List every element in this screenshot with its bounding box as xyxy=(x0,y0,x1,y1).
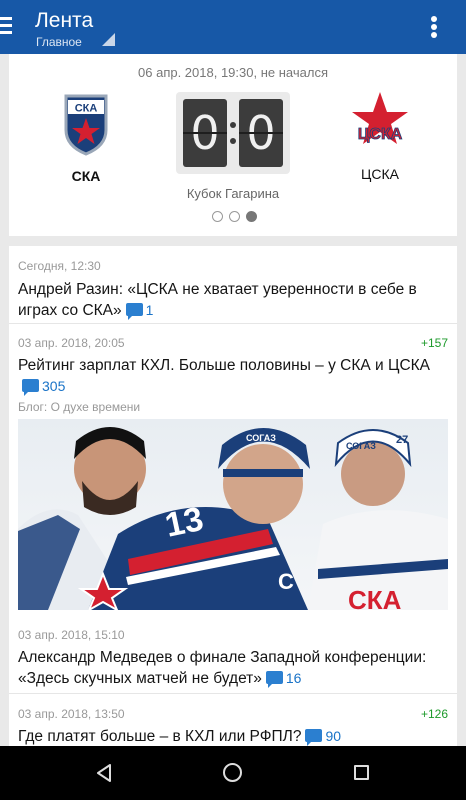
back-icon[interactable] xyxy=(96,764,112,782)
match-date-status: 06 апр. 2018, 19:30, не начался xyxy=(138,65,328,80)
comment-icon xyxy=(305,729,323,746)
news-time: 03 апр. 2018, 20:05 +157 xyxy=(18,336,448,350)
scoreboard: 0 0 xyxy=(176,92,290,174)
dropdown-triangle-icon[interactable] xyxy=(102,33,115,46)
home-team-name: СКА xyxy=(71,168,101,184)
home-score: 0 xyxy=(183,99,227,167)
carousel-dot-active[interactable] xyxy=(246,211,257,222)
away-team-name: ЦСКА xyxy=(361,166,399,182)
helmet-number: 27 xyxy=(396,434,408,446)
more-vert-icon[interactable] xyxy=(427,14,441,40)
news-feed: Сегодня, 12:30 Андрей Разин: «ЦСКА не хв… xyxy=(9,246,457,746)
news-rating: +157 xyxy=(420,336,448,350)
jersey-letter: C xyxy=(278,569,294,594)
news-title: Александр Медведев о финале Западной кон… xyxy=(18,649,427,688)
helmet-sponsor-2: СОГАЗ xyxy=(346,441,376,451)
carousel-dot[interactable] xyxy=(212,211,223,222)
helmet-sponsor: СОГАЗ xyxy=(246,433,276,443)
recents-icon[interactable] xyxy=(354,765,369,780)
home-icon[interactable] xyxy=(223,763,242,782)
cska-logo-text: ЦСКА xyxy=(358,126,403,143)
home-team[interactable]: СКА СКА xyxy=(31,90,141,184)
system-nav-bar xyxy=(0,746,466,800)
match-card[interactable]: 06 апр. 2018, 19:30, не начался СКА СКА … xyxy=(9,54,457,236)
carousel-indicator xyxy=(210,211,270,223)
news-time: 03 апр. 2018, 15:10 xyxy=(18,628,125,642)
news-title: Андрей Разин: «ЦСКА не хватает увереннос… xyxy=(18,281,417,320)
news-item[interactable]: 03 апр. 2018, 15:10 Александр Медведев о… xyxy=(9,614,457,694)
menu-icon[interactable] xyxy=(0,15,12,37)
comments-count: 305 xyxy=(18,378,65,396)
ska-logo-icon: СКА xyxy=(64,94,108,156)
comments-count: 1 xyxy=(122,302,153,320)
news-rating: +126 xyxy=(420,707,448,721)
comment-icon xyxy=(265,671,283,688)
news-item[interactable]: Сегодня, 12:30 Андрей Разин: «ЦСКА не хв… xyxy=(9,258,457,324)
tournament-name: Кубок Гагарина xyxy=(186,186,280,201)
comments-count: 16 xyxy=(262,670,301,688)
news-time: 03 апр. 2018, 13:50 +126 xyxy=(18,707,448,721)
comments-count: 90 xyxy=(301,728,341,746)
news-title: Где платят больше – в КХЛ или РФПЛ? 90 xyxy=(18,728,342,746)
news-item[interactable]: 03 апр. 2018, 13:50 +126 Где платят больш… xyxy=(9,694,457,746)
news-title: Рейтинг зарплат КХЛ. Больше половины – у… xyxy=(18,357,431,396)
app-title: Лента xyxy=(35,9,94,32)
jersey-number: 13 xyxy=(162,500,207,545)
carousel-dot[interactable] xyxy=(229,211,240,222)
away-score: 0 xyxy=(239,99,283,167)
hockey-players-image: 13 СОГАЗ C СКА СОГАЗ 27 xyxy=(18,427,448,610)
jersey-text: СКА xyxy=(348,585,402,610)
blog-label: Блог: О духе времени xyxy=(18,400,141,414)
news-item[interactable]: 03 апр. 2018, 20:05 +157 Рейтинг зарплат … xyxy=(9,324,457,614)
comment-icon xyxy=(125,303,143,320)
cska-logo-icon: ЦСКА xyxy=(352,92,408,144)
away-team[interactable]: ЦСКА ЦСКА xyxy=(325,90,435,182)
comment-icon xyxy=(22,379,39,396)
app-bar: Лента Главное xyxy=(0,0,466,54)
feed-selector[interactable]: Главное xyxy=(36,35,82,49)
news-photo[interactable]: 13 СОГАЗ C СКА СОГАЗ 27 xyxy=(18,419,448,610)
news-time: Сегодня, 12:30 xyxy=(18,259,101,273)
ska-logo-text: СКА xyxy=(75,103,98,115)
